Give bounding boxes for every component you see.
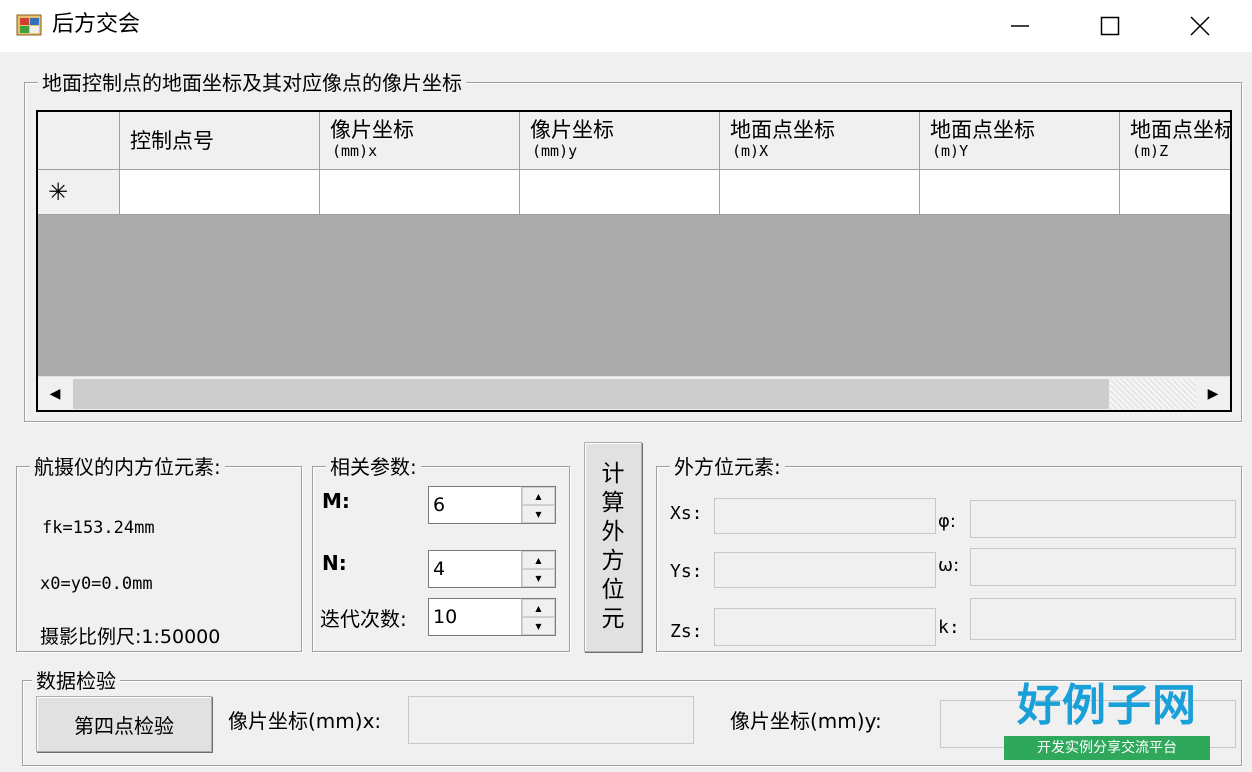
- watermark-logo: 好例子网 开发实例分享交流平台: [1004, 680, 1244, 766]
- spin-down-icon[interactable]: ▼: [522, 569, 555, 587]
- column-header-ground-x[interactable]: 地面点坐标 (m)X: [720, 112, 920, 170]
- n-stepper-buttons: ▲ ▼: [521, 551, 555, 587]
- watermark-subtitle: 开发实例分享交流平台: [1004, 736, 1210, 760]
- maximize-icon: [1100, 16, 1120, 36]
- minimize-button[interactable]: [976, 0, 1064, 52]
- data-check-title: 数据检验: [32, 668, 120, 694]
- close-button[interactable]: [1156, 0, 1244, 52]
- phi-label: φ:: [938, 511, 956, 532]
- zs-field[interactable]: [714, 608, 936, 646]
- spin-up-icon[interactable]: ▲: [522, 551, 555, 569]
- compute-exterior-orientation-button[interactable]: 计 算 外 方 位 元: [584, 442, 642, 652]
- column-header-unit: (m)X: [732, 142, 769, 160]
- grid-cell[interactable]: [920, 170, 1120, 215]
- scrollbar-track[interactable]: [1110, 379, 1196, 409]
- spin-down-icon[interactable]: ▼: [522, 617, 555, 635]
- n-stepper[interactable]: 4 ▲ ▼: [428, 550, 556, 588]
- ys-field[interactable]: [714, 552, 936, 588]
- column-header-photo-y[interactable]: 像片坐标 (mm)y: [520, 112, 720, 170]
- iterations-label: 迭代次数:: [320, 607, 407, 631]
- column-header-label: 像片坐标: [330, 118, 414, 142]
- phi-field[interactable]: [970, 500, 1236, 538]
- check-x-field[interactable]: [408, 696, 694, 744]
- check-y-label: 像片坐标(mm)y:: [730, 709, 882, 733]
- zs-label: Zs:: [670, 621, 703, 642]
- check-x-label: 像片坐标(mm)x:: [228, 709, 382, 733]
- iterations-stepper[interactable]: 10 ▲ ▼: [428, 598, 556, 636]
- iterations-stepper-buttons: ▲ ▼: [521, 599, 555, 635]
- fourth-point-check-button[interactable]: 第四点检验: [36, 696, 212, 752]
- new-row-marker-icon: ✳: [48, 178, 69, 206]
- n-label: N:: [322, 551, 347, 575]
- new-row-header[interactable]: ✳: [38, 170, 120, 215]
- m-value[interactable]: 6: [433, 487, 445, 523]
- close-icon: [1190, 16, 1210, 36]
- scrollbar-thumb[interactable]: [73, 379, 1109, 409]
- compute-button-char: 位: [601, 577, 625, 603]
- grid-cell[interactable]: [320, 170, 520, 215]
- compute-button-char: 算: [601, 490, 625, 516]
- title-bar: [0, 0, 1252, 52]
- fourth-point-check-label: 第四点检验: [74, 713, 174, 738]
- grid-cell[interactable]: [1120, 170, 1230, 215]
- m-stepper[interactable]: 6 ▲ ▼: [428, 486, 556, 524]
- column-header-unit: (mm)x: [332, 142, 378, 160]
- omega-field[interactable]: [970, 548, 1236, 586]
- minimize-icon: [1011, 25, 1029, 27]
- interior-orientation-title: 航摄仪的内方位元素:: [30, 454, 225, 480]
- spin-down-icon[interactable]: ▼: [522, 505, 555, 523]
- column-header-label: 地面点坐标: [930, 118, 1035, 142]
- scroll-right-icon[interactable]: ▶: [1196, 377, 1230, 410]
- scroll-left-icon[interactable]: ◀: [38, 377, 72, 410]
- photo-scale-label: 摄影比例尺:1:50000: [40, 626, 221, 648]
- window-title: 后方交会: [52, 12, 141, 37]
- column-header-point-id[interactable]: 控制点号: [120, 112, 320, 170]
- grid-corner-header: [38, 112, 120, 170]
- params-group-title: 相关参数:: [326, 454, 421, 480]
- xs-label: Xs:: [670, 503, 703, 524]
- column-header-label: 像片坐标: [530, 118, 614, 142]
- iterations-value[interactable]: 10: [433, 599, 457, 635]
- column-header-label: 地面点坐标: [730, 118, 835, 142]
- grid-cell[interactable]: [120, 170, 320, 215]
- kappa-label: k:: [938, 617, 960, 638]
- compute-button-char: 计: [601, 461, 625, 487]
- column-header-unit: (mm)y: [532, 142, 578, 160]
- kappa-field[interactable]: [970, 598, 1236, 640]
- m-stepper-buttons: ▲ ▼: [521, 487, 555, 523]
- column-header-unit: (m)Z: [1132, 142, 1169, 160]
- column-header-ground-z[interactable]: 地面点坐标 (m)Z: [1120, 112, 1232, 170]
- n-value[interactable]: 4: [433, 551, 445, 587]
- compute-button-char: 元: [601, 606, 625, 632]
- grid-cell[interactable]: [520, 170, 720, 215]
- m-label: M:: [322, 489, 350, 513]
- column-header-ground-y[interactable]: 地面点坐标 (m)Y: [920, 112, 1120, 170]
- xs-field[interactable]: [714, 498, 936, 534]
- maximize-button[interactable]: [1066, 0, 1154, 52]
- spin-up-icon[interactable]: ▲: [522, 599, 555, 617]
- compute-button-char: 方: [601, 548, 625, 574]
- spin-up-icon[interactable]: ▲: [522, 487, 555, 505]
- column-header-label: 地面点坐标: [1130, 118, 1232, 142]
- watermark-title: 好例子网: [1017, 680, 1197, 731]
- column-header-label: 控制点号: [130, 129, 214, 153]
- horizontal-scrollbar[interactable]: ◀ ▶: [38, 376, 1230, 410]
- column-header-unit: (m)Y: [932, 142, 969, 160]
- omega-label: ω:: [938, 555, 960, 576]
- exterior-orientation-title: 外方位元素:: [670, 454, 785, 480]
- compute-button-char: 外: [601, 519, 625, 545]
- app-icon: [16, 12, 44, 38]
- column-header-photo-x[interactable]: 像片坐标 (mm)x: [320, 112, 520, 170]
- control-points-grid[interactable]: 控制点号 像片坐标 (mm)x 像片坐标 (mm)y 地面点坐标 (m)X 地面…: [36, 110, 1232, 412]
- focal-length-label: fk=153.24mm: [42, 518, 155, 538]
- ys-label: Ys:: [670, 561, 703, 582]
- control-points-group-title: 地面控制点的地面坐标及其对应像点的像片坐标: [38, 70, 466, 96]
- grid-cell[interactable]: [720, 170, 920, 215]
- principal-point-label: x0=y0=0.0mm: [40, 574, 153, 594]
